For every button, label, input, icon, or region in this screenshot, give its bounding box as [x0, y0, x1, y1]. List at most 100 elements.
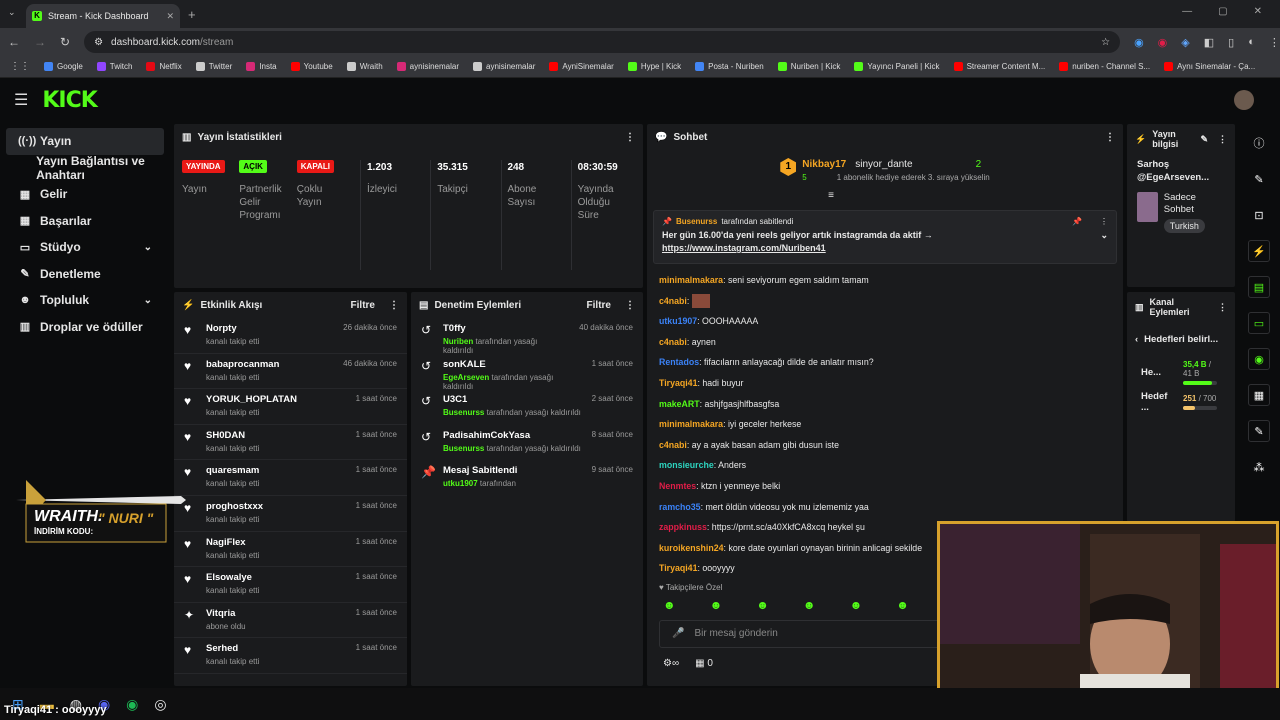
chat-username[interactable]: minimalmakara — [659, 275, 723, 285]
category[interactable]: Sadece Sohbet — [1164, 192, 1225, 216]
sidebar-item-7[interactable]: ▥ Droplar ve ödüller — [6, 314, 164, 341]
bookmark-item[interactable]: Twitch — [96, 62, 132, 71]
activity-user[interactable]: quaresmam — [206, 465, 346, 476]
info-icon[interactable]: ⓘ — [1248, 132, 1270, 154]
sidebar-item-0[interactable]: ((·)) Yayın — [6, 128, 164, 155]
activity-user[interactable]: NagiFlex — [206, 537, 346, 548]
broadcast-icon[interactable]: ◉ — [1248, 348, 1270, 370]
bookmark-item[interactable]: Netflix — [146, 62, 182, 71]
hamburger-menu-icon[interactable]: ☰ — [14, 90, 28, 110]
emote-icon[interactable]: ☻ — [896, 598, 909, 612]
close-tab-icon[interactable]: ✕ — [166, 11, 174, 22]
bookmark-item[interactable]: Twitter — [195, 62, 232, 71]
bookmark-item[interactable]: aynisinemalar — [396, 62, 459, 71]
chat-username[interactable]: Rentados — [659, 357, 699, 367]
emote-icon[interactable]: ☻ — [663, 598, 676, 612]
activity-row[interactable]: ♥ YORUK_HOPLATAN kanalı takip etti 1 saat ö… — [174, 389, 407, 425]
bookmark-item[interactable]: Yayıncı Paneli | Kick — [854, 62, 940, 71]
bookmark-item[interactable]: Youtube — [290, 62, 333, 71]
settings-icon[interactable]: ⚙∞ — [663, 658, 679, 669]
channel-actions-menu-icon[interactable]: ⋮ — [1218, 302, 1227, 313]
chat-username[interactable]: Tiryaqi41 — [659, 378, 697, 388]
activity-row[interactable]: ♥ proghostxxx kanalı takip etti 1 saat önce — [174, 496, 407, 532]
bookmark-item[interactable]: aynisinemalar — [473, 62, 535, 71]
moderation-target[interactable]: T0ffy — [443, 323, 569, 334]
puzzle-icon[interactable]: ◧ — [1204, 36, 1214, 49]
rank-user[interactable]: sinyor_dante — [855, 159, 912, 170]
stats-menu-icon[interactable]: ⋮ — [625, 132, 635, 143]
bookmark-item[interactable]: nuriben - Channel S... — [1059, 62, 1150, 71]
activity-menu-icon[interactable]: ⋮ — [389, 300, 399, 311]
stream-info-menu-icon[interactable]: ⋮ — [1218, 134, 1227, 145]
moderation-actor[interactable]: Busenurss — [443, 444, 484, 453]
goal-row[interactable]: Hedef ... 251 / 700 — [1127, 387, 1235, 417]
emote-icon[interactable]: ☻ — [850, 598, 863, 612]
activity-user[interactable]: Serhed — [206, 643, 346, 654]
activity-row[interactable]: ♥ babaprocanman kanalı takip etti 46 dakika… — [174, 354, 407, 390]
wrench-icon[interactable]: ✎ — [1248, 420, 1270, 442]
activity-filter-button[interactable]: Filtre — [351, 300, 375, 311]
apps-icon[interactable]: ⁂ — [1248, 456, 1270, 478]
forward-icon[interactable]: → — [34, 35, 46, 49]
activity-row[interactable]: ♥ Elsowalye kanalı takip etti 1 saat önce — [174, 567, 407, 603]
bookmark-item[interactable]: Wraith — [346, 62, 383, 71]
pinned-menu-icon[interactable]: ⋮ — [1100, 217, 1108, 226]
points-icon[interactable]: ▦ 0 — [695, 658, 713, 669]
reload-icon[interactable]: ↻ — [60, 35, 70, 49]
sidebar-item-2[interactable]: ▦ Gelir — [6, 181, 164, 208]
store-icon[interactable]: ▦ — [1248, 384, 1270, 406]
chat-username[interactable]: c4nabi — [659, 337, 687, 347]
maximize-icon[interactable]: ▢ — [1218, 6, 1227, 17]
moderation-row[interactable]: ↺ T0ffy Nuriben tarafından yasağı kaldırıl… — [411, 318, 643, 355]
emote-icon[interactable]: ☻ — [803, 598, 816, 612]
chat-icon[interactable]: ▭ — [1248, 312, 1270, 334]
chat-username[interactable]: Nenmtes — [659, 481, 696, 491]
profile-icon[interactable]: ◐ — [1248, 36, 1255, 49]
close-window-icon[interactable]: ✕ — [1254, 6, 1262, 17]
activity-row[interactable]: ✦ Vitqria abone oldu 1 saat önce — [174, 603, 407, 639]
chevron-down-icon[interactable]: ⌄ — [1100, 230, 1108, 241]
moderation-target[interactable]: U3C1 — [443, 394, 582, 405]
moderation-target[interactable]: PadisahimCokYasa — [443, 430, 582, 441]
emote-icon[interactable]: ☻ — [710, 598, 723, 612]
chat-username[interactable]: utku1907 — [659, 316, 697, 326]
activity-row[interactable]: ♥ quaresmam kanalı takip etti 1 saat önce — [174, 460, 407, 496]
emote-icon[interactable]: ☻ — [756, 598, 769, 612]
minimize-icon[interactable]: — — [1182, 6, 1192, 17]
site-info-icon[interactable]: ⚙ — [94, 37, 103, 48]
shield-extension-icon[interactable]: ◈ — [1181, 36, 1189, 49]
goals-header[interactable]: ‹ Hedefleri belirl... — [1127, 322, 1235, 357]
bookmark-item[interactable]: Google — [44, 62, 83, 71]
tab-search-icon[interactable]: ⌄ — [8, 7, 16, 18]
menu-dots-icon[interactable]: ⋮ — [1269, 36, 1280, 49]
moderation-filter-button[interactable]: Filtre — [587, 300, 611, 311]
activity-user[interactable]: SH0DAN — [206, 430, 346, 441]
moderation-target[interactable]: sonKALE — [443, 359, 582, 370]
moderation-row[interactable]: ↺ U3C1 Busenurss tarafından yasağı kaldırı… — [411, 389, 643, 425]
goal-row[interactable]: He... 35,4 B / 41 B — [1127, 357, 1235, 387]
moderation-actor[interactable]: Nuriben — [443, 337, 473, 346]
moderation-menu-icon[interactable]: ⋮ — [625, 300, 635, 311]
activity-row[interactable]: ♥ NagiFlex kanalı takip etti 1 saat önce — [174, 532, 407, 568]
chat-username[interactable]: c4nabi — [659, 296, 687, 306]
sidepanel-icon[interactable]: ▯ — [1228, 36, 1234, 49]
chat-username[interactable]: zappkinuss — [659, 522, 707, 532]
unpin-icon[interactable]: 📌 — [1072, 217, 1082, 226]
document-icon[interactable]: ▤ — [1248, 276, 1270, 298]
bookmark-item[interactable]: Hype | Kick — [627, 62, 681, 71]
browser-tab[interactable]: K Stream - Kick Dashboard ✕ — [26, 4, 180, 28]
activity-user[interactable]: YORUK_HOPLATAN — [206, 394, 346, 405]
back-chevron-icon[interactable]: ‹ — [1135, 334, 1138, 345]
chat-username[interactable]: kuroikenshin24 — [659, 543, 724, 553]
chat-username[interactable]: ramcho35 — [659, 502, 701, 512]
activity-row[interactable]: ♥ Serhed kanalı takip etti 1 saat önce — [174, 638, 407, 674]
chat-menu-icon[interactable]: ⋮ — [1105, 132, 1115, 143]
bookmark-item[interactable]: Nuriben | Kick — [777, 62, 840, 71]
url-input[interactable]: ⚙ dashboard.kick.com/stream ☆ — [84, 31, 1121, 53]
bookmark-item[interactable]: Streamer Content M... — [953, 62, 1045, 71]
chat-username[interactable]: makeART — [659, 399, 700, 409]
moderation-row[interactable]: 📌 Mesaj Sabitlendi utku1907 tarafından 9 sa… — [411, 460, 643, 496]
chat-username[interactable]: monsieurche — [659, 460, 714, 470]
bookmark-star-icon[interactable]: ☆ — [1101, 37, 1110, 48]
extension-icon[interactable]: ◉ — [1134, 36, 1144, 49]
